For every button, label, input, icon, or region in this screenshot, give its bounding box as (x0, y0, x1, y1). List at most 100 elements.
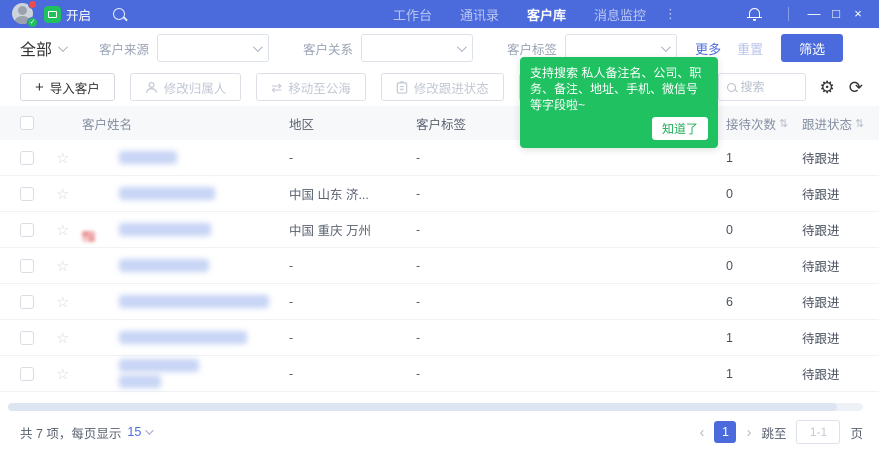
modify-followup-status-button[interactable]: 修改跟进状态 (380, 73, 504, 101)
sort-icon[interactable]: ⇅ (855, 117, 864, 130)
row-checkbox[interactable] (20, 294, 34, 309)
scope-dropdown[interactable]: 全部 (20, 36, 68, 60)
modify-owner-button[interactable]: 修改归属人 (129, 73, 242, 101)
table-row[interactable]: ☆ 中国 重庆 万州 - 0 待跟进 (0, 212, 879, 248)
prev-page-button[interactable]: ‹ (699, 425, 704, 440)
customer-avatar (82, 144, 110, 172)
app-window: ✓ 开启 工作台 通讯录 客户库 消息监控 ⋮ — □ × 全部 客户来源 客户 (0, 0, 879, 450)
region-cell: - (289, 258, 294, 273)
tooltip-confirm-button[interactable]: 知道了 (651, 117, 708, 140)
refresh-icon[interactable]: ⟳ (849, 79, 863, 96)
customer-avatar (82, 288, 110, 316)
main-tabs: 工作台 通讯录 客户库 消息监控 (393, 5, 646, 24)
move-to-pool-button[interactable]: ⇄ 移动至公海 (256, 73, 366, 101)
reception-count-cell: 0 (726, 186, 733, 201)
tag-cell: - (416, 186, 421, 201)
followup-status-cell: 待跟进 (802, 332, 840, 346)
tab-customer-library[interactable]: 客户库 (527, 5, 566, 24)
tag-cell: - (416, 294, 421, 309)
row-checkbox[interactable] (20, 186, 34, 201)
filter-button[interactable]: 筛选 (781, 34, 844, 62)
row-checkbox[interactable] (20, 150, 34, 165)
tag-cell: - (416, 150, 421, 165)
reset-filters-link[interactable]: 重置 (737, 39, 763, 58)
blurred-customer-name (119, 151, 177, 164)
star-icon[interactable]: ☆ (56, 185, 69, 203)
customer-avatar (82, 180, 110, 208)
jump-to-label: 跳至 (761, 426, 787, 441)
bell-icon[interactable] (747, 7, 762, 22)
tab-workbench[interactable]: 工作台 (393, 5, 432, 24)
table-search-input[interactable] (740, 80, 797, 94)
star-icon[interactable]: ☆ (56, 329, 69, 347)
followup-status-cell: 待跟进 (802, 224, 840, 238)
row-checkbox[interactable] (20, 366, 34, 381)
table-search-box[interactable] (717, 73, 806, 101)
tab-contacts[interactable]: 通讯录 (460, 5, 499, 24)
customer-avatar (82, 216, 110, 244)
record-toggle[interactable]: 开启 (44, 5, 91, 24)
page-size-dropdown[interactable]: 15 (127, 425, 154, 439)
table-row[interactable]: ☆ 中国 山东 济... - 0 待跟进 (0, 176, 879, 212)
header-reception-count[interactable]: 接待次数 ⇅ (726, 114, 802, 133)
jump-page-input[interactable] (796, 420, 841, 444)
pagination-footer: 共 7 项，每页显示 15 ‹ 1 › 跳至 页 (0, 414, 879, 450)
record-label: 开启 (66, 8, 92, 23)
followup-status-cell: 待跟进 (802, 260, 840, 274)
filter-label: 客户来源 (99, 42, 150, 57)
tag-cell: - (416, 330, 421, 345)
tooltip-text: 支持搜索 私人备注名、公司、职务、备注、地址、手机、微信号 等字段啦~ (530, 66, 702, 112)
chevron-down-icon (145, 426, 154, 435)
table-row[interactable]: ☆ - - 1 待跟进 (0, 356, 879, 392)
table-row[interactable]: ☆ - - 1 待跟进 (0, 320, 879, 356)
chevron-down-icon (252, 41, 263, 52)
customer-avatar (82, 252, 110, 280)
customer-source-select[interactable] (157, 34, 270, 62)
maximize-button[interactable]: □ (825, 0, 847, 28)
more-filters-link[interactable]: 更多 (695, 39, 721, 58)
filter-customer-source: 客户来源 (99, 34, 270, 62)
star-icon[interactable]: ☆ (56, 293, 69, 311)
table-row[interactable]: ☆ - - 6 待跟进 (0, 284, 879, 320)
star-icon[interactable]: ☆ (56, 257, 69, 275)
header-followup-status[interactable]: 跟进状态 ⇅ (802, 114, 879, 133)
reception-count-cell: 1 (726, 150, 733, 165)
minimize-button[interactable]: — (803, 0, 825, 28)
table-row[interactable]: ☆ - - 1 待跟进 (0, 140, 879, 176)
table-row[interactable]: ☆ - - 0 待跟进 (0, 248, 879, 284)
search-icon (726, 82, 736, 92)
blurred-customer-name (119, 295, 269, 308)
blurred-customer-name (119, 359, 199, 388)
tabs-overflow-icon[interactable]: ⋮ (664, 6, 677, 22)
scrollbar-thumb[interactable] (8, 403, 838, 411)
star-icon[interactable]: ☆ (56, 149, 69, 167)
import-customer-button[interactable]: + 导入客户 (20, 73, 115, 101)
settings-gear-icon[interactable]: ⚙ (820, 79, 835, 96)
tab-message-monitor[interactable]: 消息监控 (594, 5, 646, 24)
select-all-checkbox[interactable] (20, 116, 34, 130)
customer-relation-select[interactable] (361, 34, 474, 62)
customer-table: 客户姓名 地区 客户标签 接待次数⇅ 跟进状态⇅ ☆ - - 1 待跟进 ☆ (0, 106, 879, 392)
sort-icon[interactable]: ⇅ (779, 117, 788, 130)
clipboard-icon (396, 80, 408, 94)
page-suffix-label: 页 (850, 426, 863, 441)
row-checkbox[interactable] (20, 330, 34, 345)
row-checkbox[interactable] (20, 222, 34, 237)
horizontal-scrollbar[interactable] (8, 403, 863, 411)
star-icon[interactable]: ☆ (56, 221, 69, 239)
table-body: ☆ - - 1 待跟进 ☆ 中国 山东 济... - 0 待跟进 ☆ 中国 重庆… (0, 140, 879, 392)
notification-dot (28, 0, 37, 9)
close-button[interactable]: × (847, 0, 869, 28)
header-customer-name: 客户姓名 (82, 117, 133, 132)
chevron-down-icon (457, 41, 467, 52)
scope-label: 全部 (20, 42, 53, 59)
next-page-button[interactable]: › (746, 425, 751, 440)
search-icon[interactable] (113, 8, 126, 20)
blurred-customer-name (119, 259, 209, 272)
customer-avatar (82, 360, 110, 388)
user-avatar[interactable]: ✓ (12, 0, 38, 28)
row-checkbox[interactable] (20, 258, 34, 273)
current-page-button[interactable]: 1 (714, 421, 737, 443)
star-icon[interactable]: ☆ (56, 365, 69, 383)
region-cell: 中国 山东 济... (289, 188, 369, 202)
